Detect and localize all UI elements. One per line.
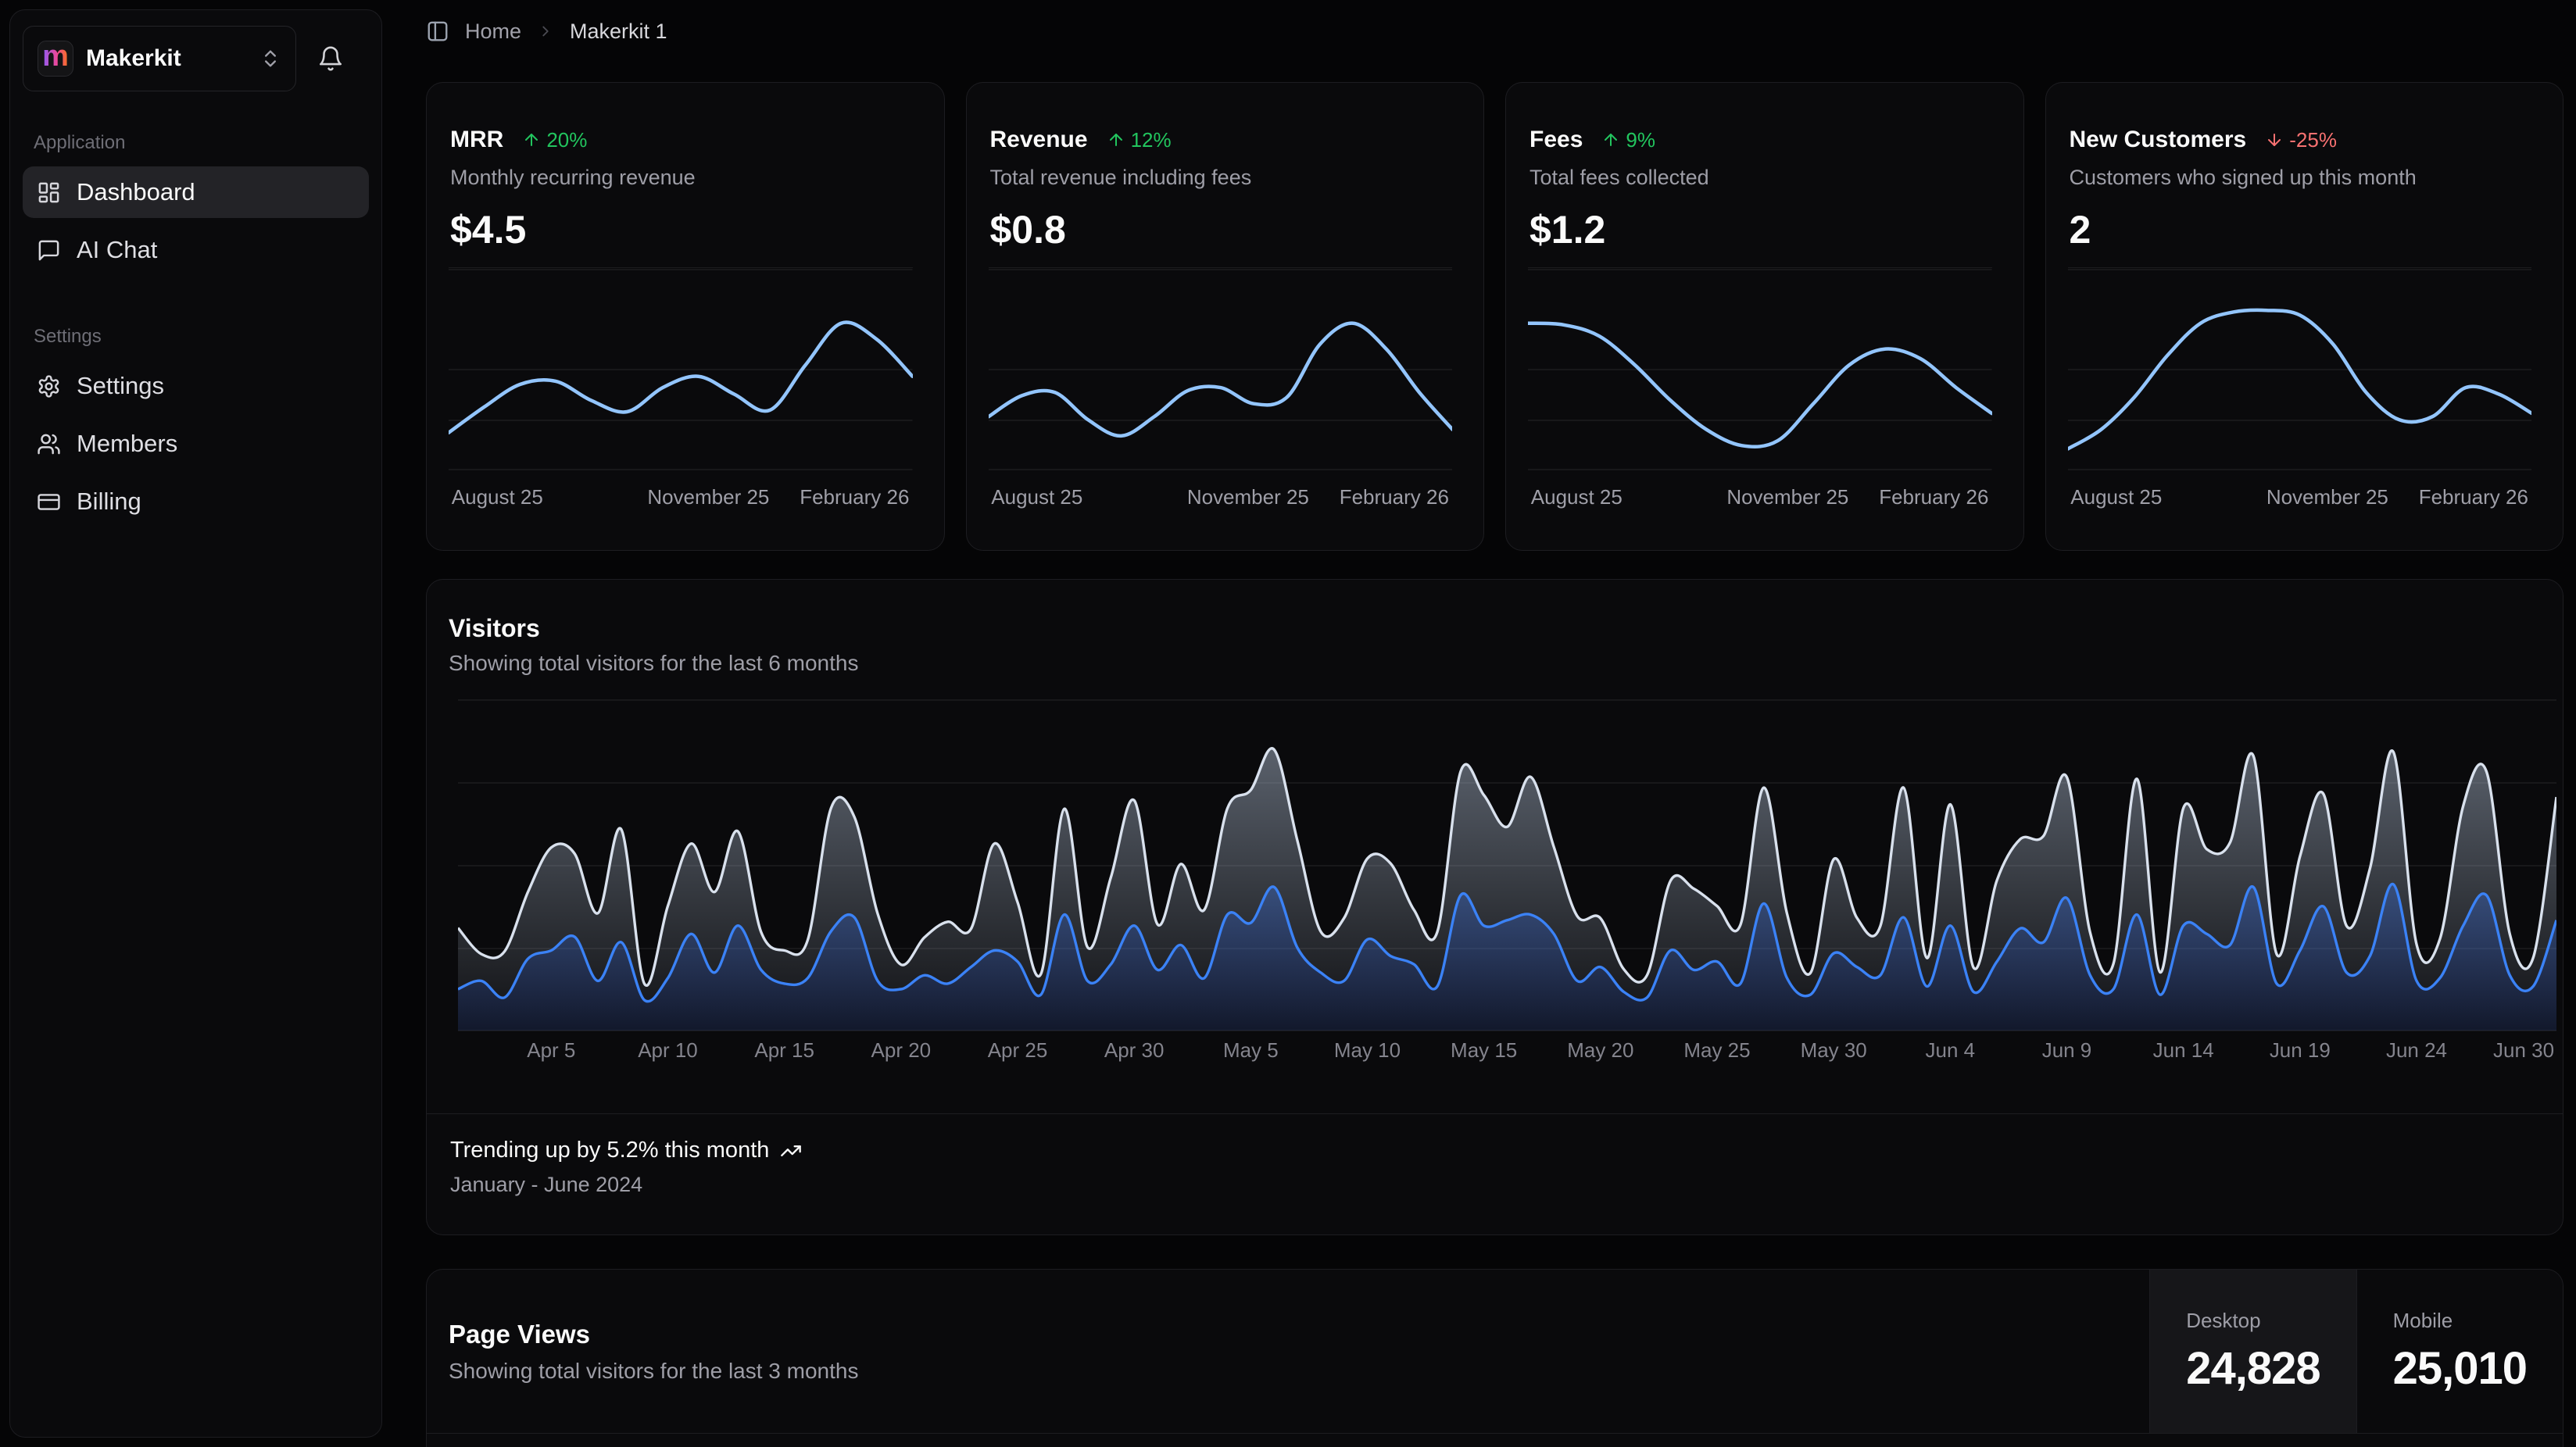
breadcrumb-home-link[interactable]: Home bbox=[465, 20, 521, 44]
arrow-down-icon bbox=[2265, 130, 2284, 149]
svg-text:May 30: May 30 bbox=[1801, 1038, 1867, 1062]
stat-card-revenue: Revenue 12% Total revenue including fees… bbox=[966, 82, 1485, 551]
svg-text:Apr 5: Apr 5 bbox=[527, 1038, 575, 1062]
sidebar-item-members[interactable]: Members bbox=[23, 418, 369, 470]
desktop-total: 24,828 bbox=[2186, 1342, 2320, 1395]
page-views-subtitle: Showing total visitors for the last 3 mo… bbox=[449, 1359, 858, 1384]
sidebar-item-dashboard[interactable]: Dashboard bbox=[23, 166, 369, 218]
mrr-sparkline bbox=[449, 268, 913, 479]
stat-value: 2 bbox=[2068, 207, 2542, 252]
trending-up-icon bbox=[780, 1140, 802, 1162]
svg-text:Jun 14: Jun 14 bbox=[2153, 1038, 2214, 1062]
visitors-area-chart: Apr 5 Apr 10 Apr 15 Apr 20 Apr 25 Apr 30 May 5… bbox=[458, 699, 2556, 1066]
chevrons-up-down-icon bbox=[259, 48, 281, 70]
trend-badge: 9% bbox=[1601, 128, 1655, 152]
page-views-card: Page Views Showing total visitors for th… bbox=[426, 1269, 2563, 1447]
svg-text:Jun 9: Jun 9 bbox=[2042, 1038, 2092, 1062]
panel-left-icon[interactable] bbox=[426, 20, 449, 43]
mobile-toggle[interactable]: Mobile 25,010 bbox=[2356, 1270, 2563, 1433]
stat-title: Revenue bbox=[990, 127, 1088, 153]
stat-subtitle: Total revenue including fees bbox=[989, 166, 1462, 190]
svg-text:Jun 24: Jun 24 bbox=[2386, 1038, 2447, 1062]
svg-text:Jun 30: Jun 30 bbox=[2493, 1038, 2554, 1062]
visitors-footer-trend: Trending up by 5.2% this month bbox=[450, 1138, 769, 1163]
visitors-card: Visitors Showing total visitors for the … bbox=[426, 579, 2563, 1235]
svg-text:May 25: May 25 bbox=[1683, 1038, 1750, 1062]
stat-subtitle: Total fees collected bbox=[1528, 166, 2002, 190]
chevron-right-icon bbox=[537, 23, 554, 40]
stat-title: MRR bbox=[450, 127, 503, 153]
trend-badge: 20% bbox=[522, 128, 587, 152]
svg-text:Jun 4: Jun 4 bbox=[1926, 1038, 1976, 1062]
section-label-application: Application bbox=[34, 132, 358, 154]
message-square-icon bbox=[37, 238, 61, 263]
logo-letter: m bbox=[42, 41, 69, 71]
page-views-title: Page Views bbox=[449, 1320, 858, 1349]
stat-subtitle: Customers who signed up this month bbox=[2068, 166, 2542, 190]
makerkit-m-logo: m bbox=[38, 41, 73, 77]
section-label-settings: Settings bbox=[34, 326, 358, 348]
visitors-title: Visitors bbox=[449, 614, 2541, 643]
sparkline-x-axis: August 25 November 25 February 26 bbox=[1528, 485, 1992, 518]
arrow-up-icon bbox=[1601, 130, 1620, 149]
bell-icon[interactable] bbox=[306, 34, 356, 84]
stat-card-fees: Fees 9% Total fees collected $1.2 August… bbox=[1505, 82, 2024, 551]
breadcrumb: Home Makerkit 1 bbox=[426, 0, 2563, 63]
sidebar-item-label: Members bbox=[77, 430, 177, 458]
svg-text:Apr 20: Apr 20 bbox=[871, 1038, 932, 1062]
svg-text:Jun 19: Jun 19 bbox=[2270, 1038, 2331, 1062]
stat-title: Fees bbox=[1530, 127, 1583, 153]
stat-value: $0.8 bbox=[989, 207, 1462, 252]
visitors-footer-range: January - June 2024 bbox=[450, 1173, 2539, 1197]
mobile-total: 25,010 bbox=[2393, 1342, 2527, 1395]
sparkline-x-axis: August 25 November 25 February 26 bbox=[989, 485, 1453, 518]
sparkline-x-axis: August 25 November 25 February 26 bbox=[449, 485, 913, 518]
breadcrumb-current: Makerkit 1 bbox=[570, 20, 667, 44]
new-customers-sparkline bbox=[2068, 268, 2532, 479]
arrow-up-icon bbox=[1107, 130, 1125, 149]
stat-title: New Customers bbox=[2070, 127, 2247, 153]
svg-text:Apr 25: Apr 25 bbox=[988, 1038, 1048, 1062]
workspace-name: Makerkit bbox=[86, 45, 247, 72]
sidebar-item-ai-chat[interactable]: AI Chat bbox=[23, 224, 369, 276]
svg-text:May 20: May 20 bbox=[1567, 1038, 1633, 1062]
page-views-toggles: Desktop 24,828 Mobile 25,010 bbox=[2149, 1270, 2563, 1433]
arrow-up-icon bbox=[522, 130, 541, 149]
stat-card-mrr: MRR 20% Monthly recurring revenue $4.5 A… bbox=[426, 82, 945, 551]
svg-text:Apr 10: Apr 10 bbox=[638, 1038, 698, 1062]
desktop-toggle[interactable]: Desktop 24,828 bbox=[2149, 1270, 2356, 1433]
sidebar-item-label: Settings bbox=[77, 372, 164, 400]
sidebar: m Makerkit Application Dashboard AI Chat… bbox=[9, 9, 382, 1438]
fees-sparkline bbox=[1528, 268, 1992, 479]
gear-icon bbox=[37, 374, 61, 398]
stat-cards-row: MRR 20% Monthly recurring revenue $4.5 A… bbox=[426, 82, 2563, 551]
sparkline-x-axis: August 25 November 25 February 26 bbox=[2068, 485, 2532, 518]
stat-value: $4.5 bbox=[449, 207, 922, 252]
sidebar-item-settings[interactable]: Settings bbox=[23, 360, 369, 412]
layout-dashboard-icon bbox=[37, 180, 61, 205]
svg-text:May 5: May 5 bbox=[1223, 1038, 1279, 1062]
sidebar-item-label: Dashboard bbox=[77, 178, 195, 206]
sidebar-item-billing[interactable]: Billing bbox=[23, 476, 369, 527]
stat-value: $1.2 bbox=[1528, 207, 2002, 252]
trend-badge: -25% bbox=[2265, 128, 2337, 152]
svg-text:May 10: May 10 bbox=[1334, 1038, 1401, 1062]
svg-text:Apr 30: Apr 30 bbox=[1104, 1038, 1165, 1062]
sidebar-item-label: Billing bbox=[77, 488, 141, 516]
stat-subtitle: Monthly recurring revenue bbox=[449, 166, 922, 190]
main-content: Home Makerkit 1 MRR 20% Monthly recurrin… bbox=[382, 0, 2576, 1447]
visitors-subtitle: Showing total visitors for the last 6 mo… bbox=[449, 651, 2541, 676]
revenue-sparkline bbox=[989, 268, 1453, 479]
stat-card-new-customers: New Customers -25% Customers who signed … bbox=[2045, 82, 2564, 551]
sidebar-item-label: AI Chat bbox=[77, 236, 157, 264]
users-icon bbox=[37, 432, 61, 456]
svg-text:May 15: May 15 bbox=[1451, 1038, 1517, 1062]
svg-text:Apr 15: Apr 15 bbox=[754, 1038, 814, 1062]
credit-card-icon bbox=[37, 490, 61, 514]
trend-badge: 12% bbox=[1107, 128, 1172, 152]
workspace-selector[interactable]: m Makerkit bbox=[23, 26, 296, 91]
